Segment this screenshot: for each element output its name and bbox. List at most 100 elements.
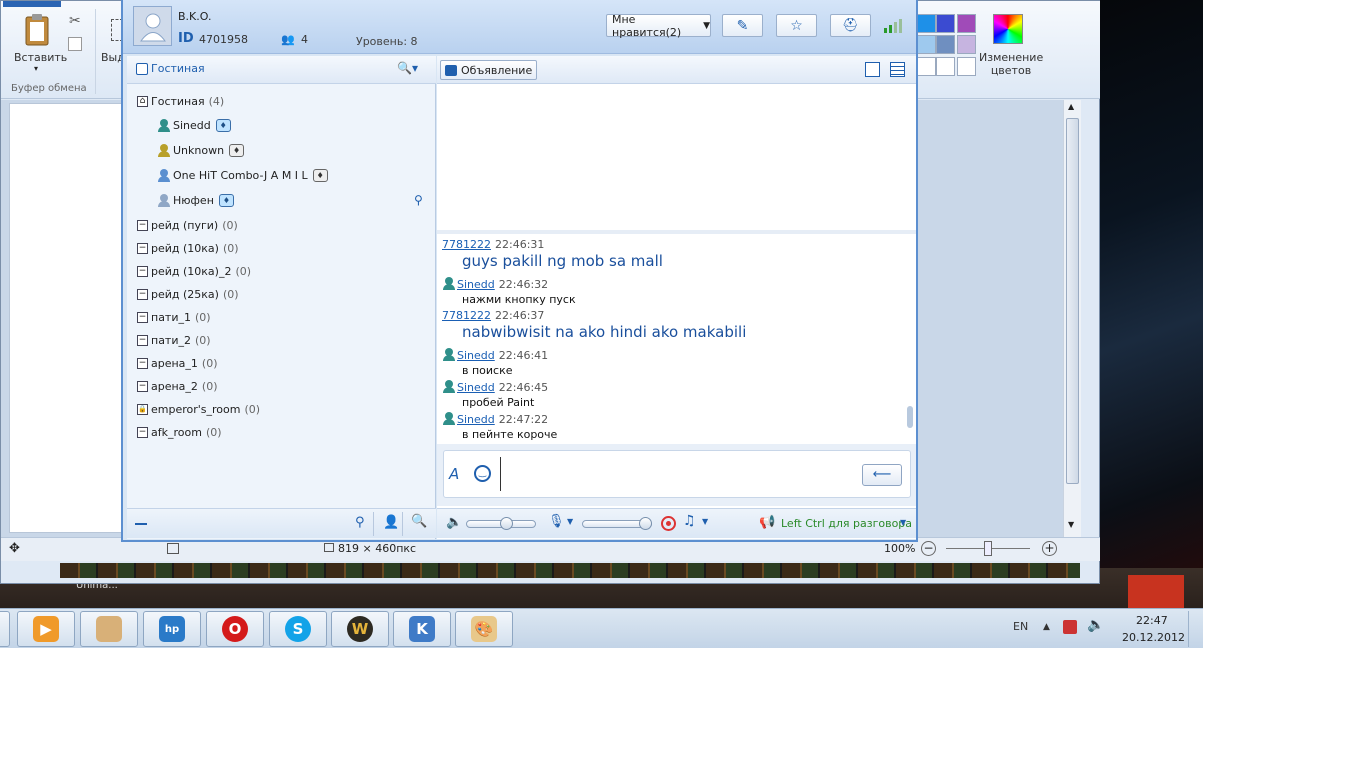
zoom-in-button[interactable]: + <box>1042 541 1057 556</box>
message-author-link[interactable]: Sinedd <box>457 349 495 362</box>
room-item[interactable]: − рейд (пуги) (0) <box>137 215 238 237</box>
tray-expand-icon[interactable]: ▲ <box>1043 622 1050 632</box>
message-input[interactable] <box>500 457 840 491</box>
taskbar-window[interactable] <box>80 611 138 647</box>
clock-date[interactable]: 20.12.2012 <box>1122 631 1185 644</box>
tray-app-icon[interactable] <box>1063 620 1077 634</box>
font-style-icon[interactable]: A <box>449 465 459 483</box>
push-to-talk-label[interactable]: Left Ctrl для разговора <box>781 517 912 530</box>
scroll-thumb[interactable] <box>1066 118 1079 484</box>
microphone-icon[interactable]: 🎙 <box>548 514 565 529</box>
message-author-link[interactable]: Sinedd <box>457 381 495 394</box>
volume-tray-icon[interactable]: 🔈 <box>1087 617 1104 633</box>
show-desktop-button[interactable] <box>1188 611 1202 647</box>
edit-profile-button[interactable]: ✎ <box>722 14 763 37</box>
scroll-up-icon[interactable]: ▲ <box>1068 102 1074 111</box>
room-item[interactable]: − арена_1 (0) <box>137 353 218 375</box>
search-icon[interactable]: 🔍 <box>411 514 427 529</box>
user-profile-icon[interactable]: 👤 <box>383 515 399 530</box>
taskbar-hp[interactable]: hp <box>143 611 201 647</box>
chevron-down-icon[interactable]: ▼ <box>567 517 573 526</box>
color-swatch[interactable] <box>936 14 955 33</box>
taskbar-paint[interactable]: 🎨 <box>455 611 513 647</box>
collapse-icon[interactable]: − <box>137 243 148 254</box>
message-scroll-thumb[interactable] <box>907 406 913 428</box>
collapse-icon[interactable]: − <box>137 427 148 438</box>
edit-colors-icon[interactable] <box>993 14 1023 44</box>
paint-vertical-scrollbar[interactable]: ▲ ▼ <box>1063 100 1081 537</box>
room-item[interactable]: − рейд (25ка) (0) <box>137 284 239 306</box>
collapse-icon[interactable]: − <box>137 289 148 300</box>
user-item[interactable]: One HiT Combo-J A M I L ♦ <box>157 165 328 187</box>
room-item[interactable]: − пати_2 (0) <box>137 330 211 352</box>
taskbar-skype[interactable]: S <box>269 611 327 647</box>
room-item[interactable]: − рейд (10ка) (0) <box>137 238 239 260</box>
collapse-icon[interactable]: − <box>137 312 148 323</box>
clock-time[interactable]: 22:47 <box>1136 614 1168 627</box>
cut-icon[interactable]: ✂ <box>69 13 81 29</box>
music-icon[interactable]: ♫ <box>683 513 696 529</box>
send-button[interactable]: ⟵ <box>862 464 902 486</box>
room-tab[interactable]: Гостиная <box>136 62 205 75</box>
taskbar-explorer[interactable] <box>0 611 10 647</box>
chevron-down-icon[interactable]: ▼ <box>900 518 906 527</box>
message-author-link[interactable]: Sinedd <box>457 278 495 291</box>
message-author-link[interactable]: Sinedd <box>457 413 495 426</box>
zoom-slider-thumb[interactable] <box>984 541 992 556</box>
user-item[interactable]: Unknown ♦ <box>157 140 245 162</box>
taskbar-wow[interactable]: W <box>331 611 389 647</box>
room-item[interactable]: − afk_room (0) <box>137 422 222 444</box>
zoom-out-button[interactable]: − <box>921 541 936 556</box>
announcement-button[interactable]: Объявление <box>440 60 538 80</box>
message-author-link[interactable]: 7781222 <box>442 309 491 322</box>
paste-label[interactable]: Вставить <box>14 51 67 64</box>
mic-slider-knob[interactable] <box>639 517 652 530</box>
room-item[interactable]: − арена_2 (0) <box>137 376 218 398</box>
location-pin-icon[interactable]: ⚲ <box>414 193 423 207</box>
collapse-all-button[interactable] <box>135 523 147 525</box>
lock-icon[interactable]: 🔒 <box>137 404 148 415</box>
avatar[interactable] <box>133 6 172 46</box>
emoji-icon[interactable]: ‿ <box>474 465 491 482</box>
collapse-icon[interactable]: − <box>137 220 148 231</box>
edit-colors-label[interactable]: Изменение цветов <box>979 51 1043 77</box>
room-item[interactable]: − пати_1 (0) <box>137 307 211 329</box>
color-swatch[interactable] <box>957 57 976 76</box>
collapse-icon[interactable]: − <box>137 335 148 346</box>
message-author-link[interactable]: 7781222 <box>442 238 491 251</box>
text-layout-icon[interactable] <box>865 62 880 77</box>
paste-button[interactable] <box>19 13 57 49</box>
taskbar-opera[interactable]: O <box>206 611 264 647</box>
room-item[interactable]: ⌂ Гостиная (4) <box>137 90 224 112</box>
color-swatch[interactable] <box>957 14 976 33</box>
home-icon[interactable]: ⌂ <box>137 95 148 107</box>
notes-icon[interactable] <box>890 62 905 77</box>
record-icon[interactable] <box>661 516 676 531</box>
paint-canvas[interactable] <box>9 103 124 533</box>
volume-slider-knob[interactable] <box>500 517 514 530</box>
color-swatch[interactable] <box>917 35 936 54</box>
user-item[interactable]: Sinedd ♦ <box>157 115 231 137</box>
paste-dropdown-icon[interactable]: ▾ <box>34 64 38 73</box>
color-swatch[interactable] <box>917 14 936 33</box>
user-item[interactable]: Нюфен ♦ <box>157 190 234 212</box>
collapse-icon[interactable]: − <box>137 266 148 277</box>
taskbar-chat-app[interactable]: K <box>393 611 451 647</box>
color-swatch[interactable] <box>917 57 936 76</box>
scroll-down-icon[interactable]: ▼ <box>1068 520 1074 529</box>
color-swatch[interactable] <box>957 35 976 54</box>
moderator-button[interactable]: ⛑ <box>830 14 871 37</box>
copy-icon[interactable] <box>68 37 82 51</box>
location-pin-icon[interactable]: ⚲ <box>355 515 365 530</box>
speaker-icon[interactable]: 🔈 <box>446 515 462 530</box>
collapse-icon[interactable]: − <box>137 358 148 369</box>
taskbar-media-player[interactable]: ▶ <box>17 611 75 647</box>
language-indicator[interactable]: EN <box>1013 620 1028 633</box>
room-item[interactable]: 🔒 emperor's_room (0) <box>137 399 260 421</box>
color-swatch[interactable] <box>936 35 955 54</box>
paint-file-tab[interactable] <box>3 1 61 7</box>
collapse-icon[interactable]: − <box>137 381 148 392</box>
like-button[interactable]: Мне нравится(2) ▼ <box>606 13 711 39</box>
room-item[interactable]: − рейд (10ка)_2 (0) <box>137 261 251 283</box>
room-search-menu-icon[interactable]: 🔍▾ <box>397 61 418 75</box>
